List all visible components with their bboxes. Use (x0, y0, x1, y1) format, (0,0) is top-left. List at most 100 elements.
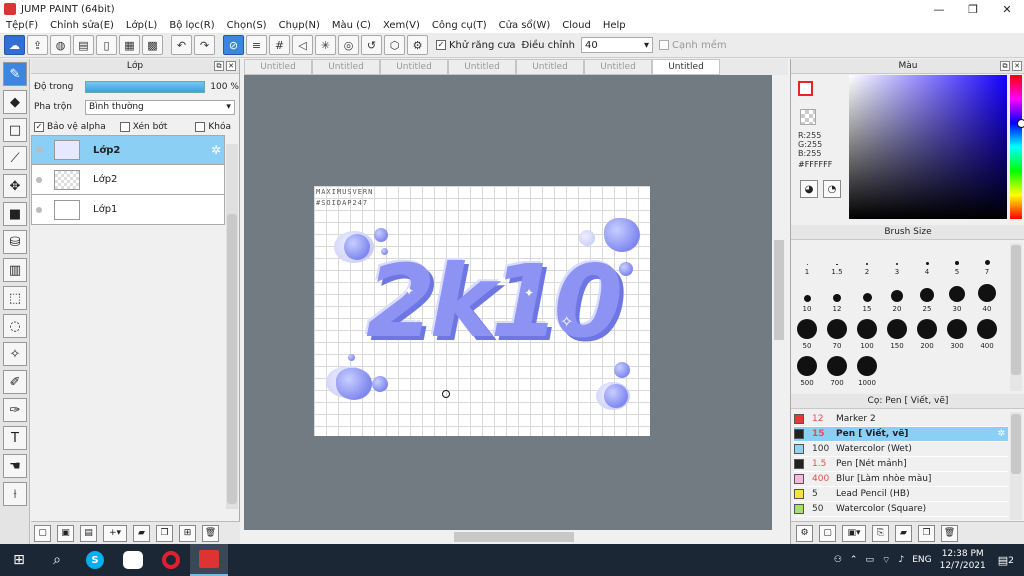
canvas-vertical-scrollbar[interactable] (772, 75, 786, 530)
trash-icon[interactable]: 🗑 (202, 524, 219, 542)
new-brush-icon[interactable]: ▢ (819, 524, 836, 542)
menu-capture[interactable]: Chụp(N) (273, 20, 326, 31)
brush-menu-icon[interactable]: ▣▾ (842, 524, 866, 542)
brush-size-cell[interactable]: 10 (792, 280, 822, 313)
pen-item[interactable]: 15 Pen [ Viết, vẽ] ✲ (794, 427, 1008, 442)
pen-tool-icon[interactable]: ✎ (3, 62, 27, 86)
bucket-tool-icon[interactable]: ⛁ (3, 230, 27, 254)
magic-wand-tool-icon[interactable]: ✧ (3, 342, 27, 366)
notifications-icon[interactable]: ▤ 2 (998, 554, 1014, 567)
layer-scrollbar[interactable] (226, 144, 238, 509)
menu-cloud[interactable]: Cloud (556, 20, 597, 31)
palette-add-icon[interactable]: ◔ (823, 180, 841, 198)
brush-size-cell[interactable]: 100 (852, 317, 882, 350)
circle-snap-icon[interactable]: ◎ (338, 35, 359, 55)
opacity-slider[interactable] (85, 81, 206, 93)
menu-view[interactable]: Xem(V) (377, 20, 426, 31)
brush-size-cell[interactable]: 150 (882, 317, 912, 350)
canvas-paper[interactable]: MAXIMUSVERN #SOIDAP247 2k10 ✦ ✧ ✦ ✧ (314, 186, 650, 436)
brush-settings-icon[interactable]: ⚙ (796, 524, 813, 542)
pen-item[interactable]: 12 Marker 2 (794, 412, 1008, 427)
brush-size-cell[interactable]: 1000 (852, 354, 882, 387)
brush-size-cell[interactable]: 50 (792, 317, 822, 350)
text-bubble-icon[interactable]: ▤ (73, 35, 94, 55)
trash-icon[interactable]: 🗑 (941, 524, 958, 542)
blend-select[interactable]: Bình thường ▾ (84, 99, 235, 115)
undock-icon[interactable]: ⧉ (214, 61, 224, 71)
pen-item[interactable]: 400 Blur [Làm nhòe màu] (794, 472, 1008, 487)
lasso-tool-icon[interactable]: ◌ (3, 314, 27, 338)
palette-icon[interactable]: ◕ (800, 180, 818, 198)
tab-untitled[interactable]: Untitled (244, 59, 312, 75)
maximize-button[interactable]: ❐ (956, 0, 990, 18)
menu-help[interactable]: Help (597, 20, 632, 31)
network-icon[interactable]: ▭ (865, 555, 874, 565)
brush-size-cell[interactable]: 4 (912, 243, 942, 276)
visibility-icon[interactable] (36, 176, 42, 183)
frame-icon[interactable]: ▦ (119, 35, 140, 55)
menu-edit[interactable]: Chỉnh sửa(E) (44, 20, 120, 31)
wifi-icon[interactable]: ⌔ (882, 555, 890, 566)
folder-icon[interactable]: ▰ (895, 524, 912, 542)
pen-item[interactable]: 1.5 Pen [Nét mảnh] (794, 457, 1008, 472)
vanishing-snap-icon[interactable]: ◁ (292, 35, 313, 55)
duplicate-layer-icon[interactable]: ❐ (156, 524, 173, 542)
layer-row[interactable]: Lớp2 ✲ (31, 135, 225, 165)
windows-start-icon[interactable]: ⊞ (0, 544, 38, 576)
export-icon[interactable]: ⇪ (27, 35, 48, 55)
brush-size-cell[interactable]: 2 (852, 243, 882, 276)
brush-size-cell[interactable]: 400 (972, 317, 1002, 350)
gear-icon[interactable]: ✲ (997, 429, 1005, 439)
menu-tools[interactable]: Công cụ(T) (426, 20, 493, 31)
brush-size-cell[interactable]: 1.5 (822, 243, 852, 276)
polygon-snap-icon[interactable]: ⬡ (384, 35, 405, 55)
hue-handle[interactable] (1017, 119, 1024, 128)
pen-scrollbar[interactable] (1010, 412, 1022, 520)
visibility-icon[interactable] (36, 147, 42, 153)
tab-untitled[interactable]: Untitled (516, 59, 584, 75)
transparent-color-swatch[interactable] (800, 109, 816, 125)
brush-size-cell[interactable]: 70 (822, 317, 852, 350)
brush-copy-icon[interactable]: ⎘ (872, 524, 889, 542)
visibility-icon[interactable] (36, 206, 42, 213)
brush-size-cell[interactable]: 3 (882, 243, 912, 276)
menu-select[interactable]: Chọn(S) (221, 20, 273, 31)
close-panel-icon[interactable]: ✕ (226, 61, 236, 71)
chevron-up-icon[interactable]: ⌃ (850, 555, 858, 565)
select-eraser-tool-icon[interactable]: ✑ (3, 398, 27, 422)
gradient-tool-icon[interactable]: ▥ (3, 258, 27, 282)
move-tool-icon[interactable]: ✥ (3, 174, 27, 198)
add-layer-menu-icon[interactable]: +▾ (103, 524, 127, 542)
volume-icon[interactable]: ♪ (898, 555, 904, 565)
brush-size-cell[interactable]: 20 (882, 280, 912, 313)
redo-icon[interactable]: ↷ (194, 35, 215, 55)
brush-size-cell[interactable]: 500 (792, 354, 822, 387)
tab-untitled[interactable]: Untitled (448, 59, 516, 75)
menu-layer[interactable]: Lớp(L) (120, 20, 163, 31)
zalo-icon[interactable] (114, 544, 152, 576)
menu-color[interactable]: Màu (C) (326, 20, 377, 31)
eyedropper-tool-icon[interactable]: ⟊ (3, 482, 27, 506)
saturation-value-field[interactable] (849, 75, 1007, 219)
rectangle-tool-icon[interactable]: □ (3, 118, 27, 142)
brush-size-cell[interactable]: 15 (852, 280, 882, 313)
layer-row[interactable]: Lớp1 (31, 195, 225, 225)
folder-icon[interactable]: ▰ (133, 524, 150, 542)
layer-row[interactable]: Lớp2 (31, 165, 225, 195)
pen-item[interactable]: 50 Watercolor (Square) (794, 502, 1008, 517)
radial-snap-icon[interactable]: ✳ (315, 35, 336, 55)
brush-scrollbar[interactable] (1010, 243, 1022, 391)
gear-icon[interactable]: ✲ (211, 143, 221, 157)
new-layer-8bit-icon[interactable]: ▣ (57, 524, 74, 542)
canvas-horizontal-scrollbar[interactable] (244, 530, 788, 544)
menu-filter[interactable]: Bộ lọc(R) (163, 20, 220, 31)
tab-untitled-active[interactable]: Untitled (652, 59, 720, 75)
brush-size-cell[interactable]: 5 (942, 243, 972, 276)
undock-icon[interactable]: ⧉ (1000, 61, 1010, 71)
merge-layer-icon[interactable]: ⊞ (179, 524, 196, 542)
grid-icon[interactable]: ▩ (142, 35, 163, 55)
brush-size-cell[interactable]: 700 (822, 354, 852, 387)
speech-bubble-icon[interactable]: ◍ (50, 35, 71, 55)
antialias-checkbox[interactable]: ✓ (436, 40, 446, 50)
line-tool-icon[interactable]: ⟋ (3, 146, 27, 170)
